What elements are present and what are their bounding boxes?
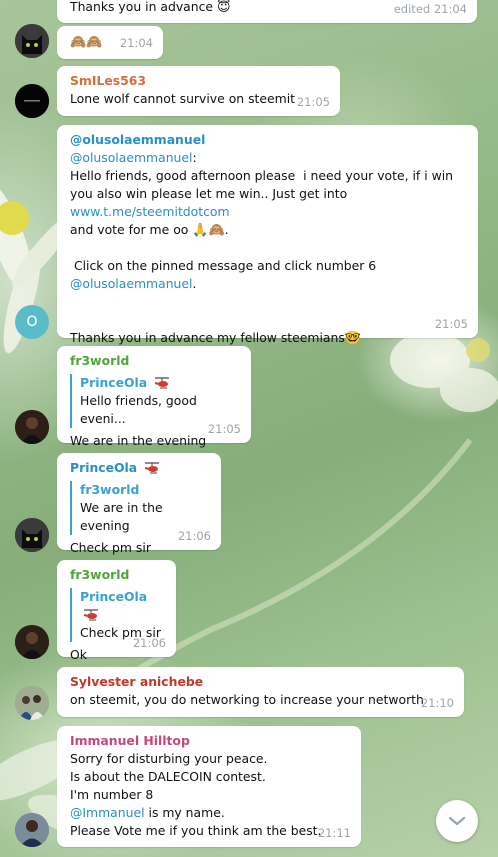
portrait-photo-icon	[15, 625, 49, 659]
message-text-line: @Immanuel is my name.	[70, 804, 350, 822]
helicopter-icon	[154, 377, 170, 389]
message-time: 21:05	[207, 422, 241, 436]
portrait-photo-icon	[15, 410, 49, 444]
text-part: Hello friends, good afternoon please i n…	[70, 168, 457, 201]
reply-sender: PrinceOla	[80, 589, 148, 604]
emoji: 😇	[217, 0, 231, 15]
message-time: 21:06	[177, 529, 211, 543]
message-text: Lone wolf cannot survive on steemit	[70, 91, 296, 106]
mention-link[interactable]: @olusolaemmanuel	[70, 150, 192, 165]
message-time: edited 21:04	[393, 2, 467, 16]
message-text: Hello friends, good afternoon please i n…	[70, 167, 467, 221]
sender-name[interactable]: SmILes563	[70, 72, 329, 90]
avatar[interactable]: O	[15, 305, 49, 339]
message-time: 21:06	[132, 636, 166, 650]
message-text-line: Sorry for disturbing your peace.	[70, 751, 268, 766]
mention-link[interactable]: @olusolaemmanuel	[70, 276, 192, 291]
sender-name[interactable]: PrinceOla	[70, 460, 137, 475]
message-time: 21:05	[296, 95, 330, 109]
message-text-line: Is about the DALECOIN contest.	[70, 769, 266, 784]
period-text: .	[192, 276, 197, 291]
chevron-down-icon	[448, 816, 466, 826]
text-part: Thanks you in advance my fellow steemian…	[70, 330, 345, 345]
avatar[interactable]	[15, 410, 49, 444]
reply-sender: PrinceOla	[80, 375, 148, 390]
sender-name[interactable]: fr3world	[70, 566, 165, 584]
text-part: is my name.	[144, 805, 225, 820]
message-time: 21:05	[434, 317, 468, 331]
avatar[interactable]	[15, 686, 49, 720]
sender-header: PrinceOla	[70, 459, 210, 477]
message-text: Thanks you in advance	[70, 0, 214, 14]
dark-logo-icon	[15, 84, 49, 118]
avatar[interactable]	[15, 518, 49, 552]
helicopter-icon	[83, 609, 98, 621]
message-bubble[interactable]: Immanuel Hilltop Sorry for disturbing yo…	[57, 726, 361, 847]
person-photo-icon	[15, 813, 49, 847]
message-time: 21:11	[317, 826, 351, 840]
emoji: 🤓	[344, 331, 362, 346]
message-bubble[interactable]: fr3world PrinceOla Hello friends, good e…	[57, 346, 251, 448]
reply-header: PrinceOla	[80, 374, 240, 392]
message-bubble[interactable]: 🙈🙈 21:04	[57, 26, 163, 59]
blank-lines	[70, 293, 467, 329]
message-text-line: and vote for me oo 🙏🙈.	[70, 222, 229, 238]
message-bubble[interactable]: @olusolaemmanuel @olusolaemmanuel: Hello…	[57, 125, 478, 346]
avatar[interactable]	[15, 84, 49, 118]
url-link[interactable]: www.t.me/steemitdotcom	[70, 204, 230, 219]
sender-name[interactable]: fr3world	[70, 352, 240, 370]
message-bubble[interactable]: Sylvester anichebe on steemit, you do ne…	[57, 667, 464, 717]
message-bubble[interactable]: SmILes563 Lone wolf cannot survive on st…	[57, 66, 340, 116]
sender-name[interactable]: Immanuel Hilltop	[70, 732, 350, 750]
message-bubble[interactable]: Thanks you in advance 😇 edited 21:04	[57, 0, 477, 23]
black-cat-icon	[15, 24, 49, 58]
message-text-line: Click on the pinned message and click nu…	[70, 258, 377, 273]
avatar[interactable]	[15, 813, 49, 847]
helicopter-icon	[144, 462, 160, 474]
group-photo-icon	[15, 686, 49, 720]
message-text-line: Please Vote me if you think am the best.	[70, 823, 322, 838]
sender-name[interactable]: Sylvester anichebe	[70, 673, 453, 691]
mention-link[interactable]: @Immanuel	[70, 805, 145, 820]
sender-name[interactable]: @olusolaemmanuel	[70, 131, 467, 149]
message-text-line: Thanks you in advance my fellow steemian…	[70, 329, 467, 347]
message-time: 21:04	[119, 36, 153, 50]
avatar[interactable]	[15, 625, 49, 659]
avatar[interactable]	[15, 24, 49, 58]
reply-sender: fr3world	[80, 482, 140, 497]
reply-header: PrinceOla	[80, 588, 165, 624]
message-time: 21:10	[420, 696, 454, 710]
message-text: on steemit, you do networking to increas…	[70, 692, 424, 707]
avatar-letter: O	[26, 314, 38, 330]
black-cat-icon	[15, 518, 49, 552]
message-text-line: I'm number 8	[70, 787, 154, 802]
scroll-to-bottom-button[interactable]	[436, 800, 478, 842]
colon-text: :	[192, 150, 197, 165]
emoji: 🙏🙈	[192, 223, 225, 238]
message-bubble[interactable]: fr3world PrinceOla Check pm sir Ok 21:06	[57, 560, 176, 662]
emoji: 🙈🙈	[70, 35, 103, 50]
message-bubble[interactable]: PrinceOla fr3world We are in the evening…	[57, 453, 221, 555]
text-part: and vote for me oo	[70, 222, 193, 237]
